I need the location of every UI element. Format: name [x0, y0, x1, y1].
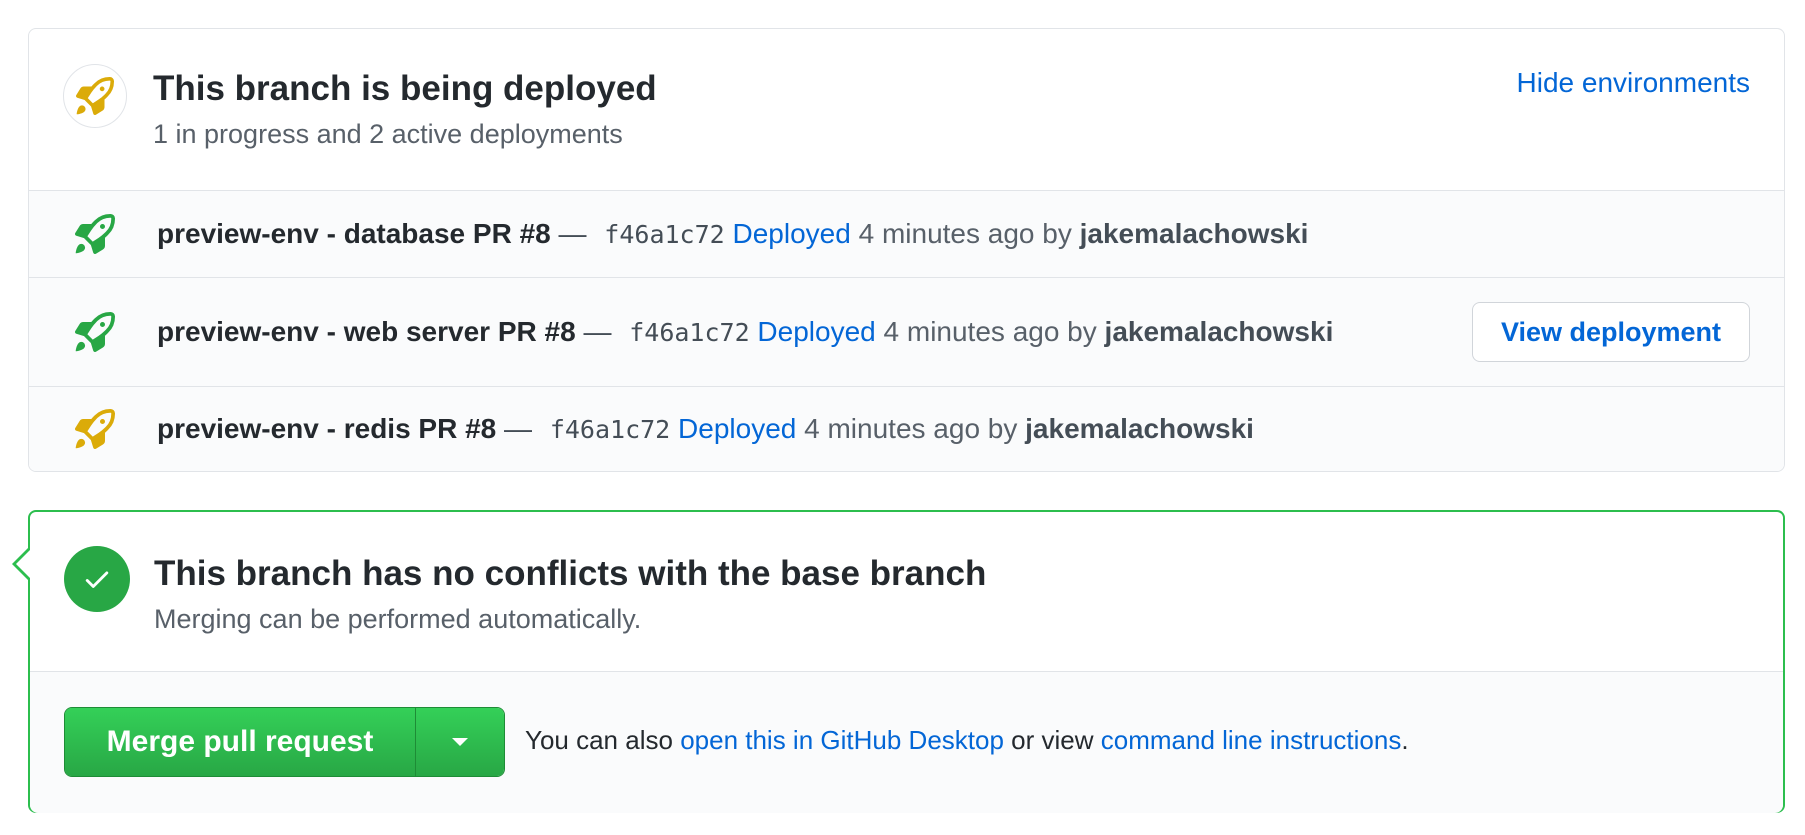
- check-icon: [85, 571, 109, 588]
- environment-name: preview-env - web server PR #8: [157, 316, 576, 347]
- rocket-icon: [75, 409, 115, 449]
- commit-sha[interactable]: f46a1c72: [604, 220, 724, 249]
- deployment-user[interactable]: jakemalachowski: [1105, 316, 1334, 347]
- merge-method-dropdown[interactable]: [415, 708, 504, 776]
- timeline-caret-fill: [16, 550, 30, 578]
- merge-button-group: Merge pull request: [64, 707, 505, 777]
- command-line-instructions-link[interactable]: command line instructions: [1101, 725, 1402, 755]
- deployment-row-text: preview-env - redis PR #8 — f46a1c72 Dep…: [157, 413, 1254, 445]
- deployments-status-badge: [63, 64, 127, 128]
- deployment-row-web-server: preview-env - web server PR #8 — f46a1c7…: [29, 278, 1784, 387]
- merge-status-title: This branch has no conflicts with the ba…: [154, 554, 987, 593]
- view-deployment-button[interactable]: View deployment: [1472, 302, 1750, 362]
- environment-name: preview-env - database PR #8: [157, 218, 551, 249]
- deployment-time: 4 minutes ago by: [804, 413, 1018, 444]
- commit-sha[interactable]: f46a1c72: [629, 318, 749, 347]
- separator-dash: —: [504, 413, 533, 444]
- merge-panel: This branch has no conflicts with the ba…: [12, 510, 1785, 813]
- note-prefix: You can also: [525, 725, 673, 755]
- separator-dash: —: [583, 316, 612, 347]
- rocket-icon: [76, 77, 114, 115]
- deployment-row-text: preview-env - database PR #8 — f46a1c72 …: [157, 218, 1308, 250]
- deployments-title: This branch is being deployed: [153, 69, 657, 108]
- merge-status-subtitle: Merging can be performed automatically.: [154, 604, 642, 634]
- deployment-state-link[interactable]: Deployed: [757, 316, 875, 347]
- deployment-state-link[interactable]: Deployed: [678, 413, 796, 444]
- deployment-time: 4 minutes ago by: [858, 218, 1072, 249]
- merge-actions: Merge pull request You can also open thi…: [30, 672, 1783, 813]
- caret-down-icon: [452, 738, 468, 746]
- environment-name: preview-env - redis PR #8: [157, 413, 497, 444]
- note-suffix: .: [1401, 725, 1409, 755]
- separator-dash: —: [558, 218, 587, 249]
- rocket-icon: [75, 312, 115, 352]
- deployments-subtitle: 1 in progress and 2 active deployments: [153, 119, 623, 149]
- deployment-time: 4 minutes ago by: [883, 316, 1097, 347]
- commit-sha[interactable]: f46a1c72: [550, 415, 670, 444]
- hide-environments-link[interactable]: Hide environments: [1517, 67, 1750, 99]
- note-middle: or view: [1011, 725, 1094, 755]
- deployment-row-redis: preview-env - redis PR #8 — f46a1c72 Dep…: [29, 387, 1784, 471]
- merge-status-header: This branch has no conflicts with the ba…: [30, 512, 1783, 672]
- rocket-icon: [75, 214, 115, 254]
- deployment-state-link[interactable]: Deployed: [733, 218, 851, 249]
- deployments-header: This branch is being deployed 1 in progr…: [29, 29, 1784, 191]
- deployment-row-database: preview-env - database PR #8 — f46a1c72 …: [29, 191, 1784, 278]
- merge-pull-request-button[interactable]: Merge pull request: [65, 708, 415, 776]
- deployments-panel: This branch is being deployed 1 in progr…: [28, 28, 1785, 472]
- deployment-user[interactable]: jakemalachowski: [1025, 413, 1254, 444]
- merge-status-badge: [64, 546, 130, 612]
- deployment-user[interactable]: jakemalachowski: [1080, 218, 1309, 249]
- deployment-row-text: preview-env - web server PR #8 — f46a1c7…: [157, 316, 1333, 348]
- merge-alternatives-note: You can also open this in GitHub Desktop…: [525, 725, 1409, 756]
- open-in-desktop-link[interactable]: open this in GitHub Desktop: [680, 725, 1004, 755]
